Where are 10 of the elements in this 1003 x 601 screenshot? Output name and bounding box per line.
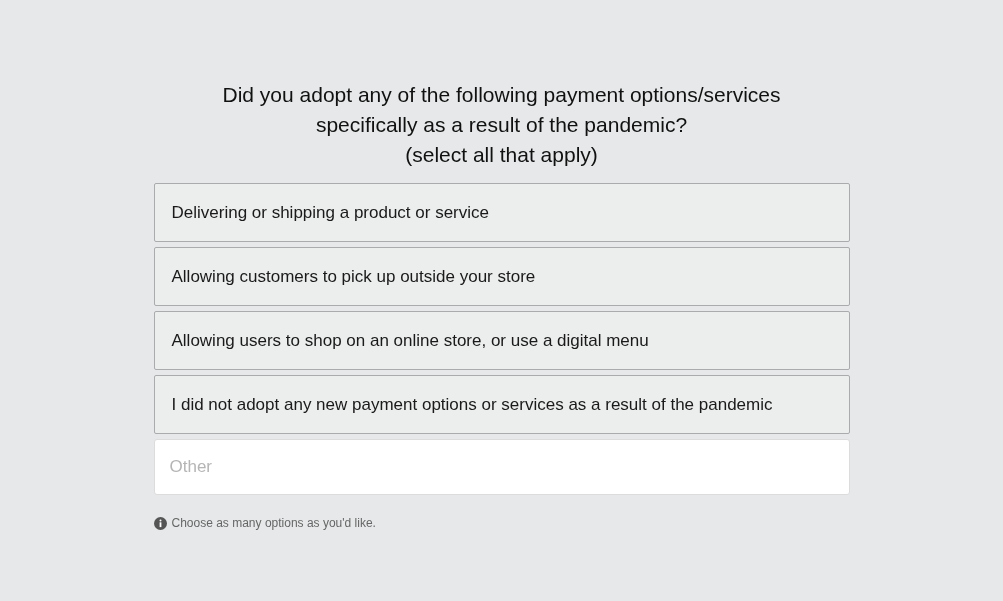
- answer-option[interactable]: Allowing customers to pick up outside your store: [153, 247, 850, 306]
- answer-option[interactable]: Delivering or shipping a product or service: [153, 183, 850, 242]
- other-field[interactable]: Other: [153, 439, 850, 495]
- answer-option[interactable]: Allowing users to shop on an online store, or use a digital menu: [153, 311, 850, 370]
- hint-text: Choose as many options as you'd like.: [171, 515, 376, 532]
- info-icon: [153, 516, 167, 530]
- answer-option[interactable]: I did not adopt any new payment options or services as a result of the pandemic: [153, 375, 850, 434]
- question-title: (select all that apply): [405, 142, 598, 168]
- question-title: specifically as a result of the pandemic?: [315, 112, 688, 138]
- question-title: Did you adopt any of the following payment options/services: [222, 82, 781, 108]
